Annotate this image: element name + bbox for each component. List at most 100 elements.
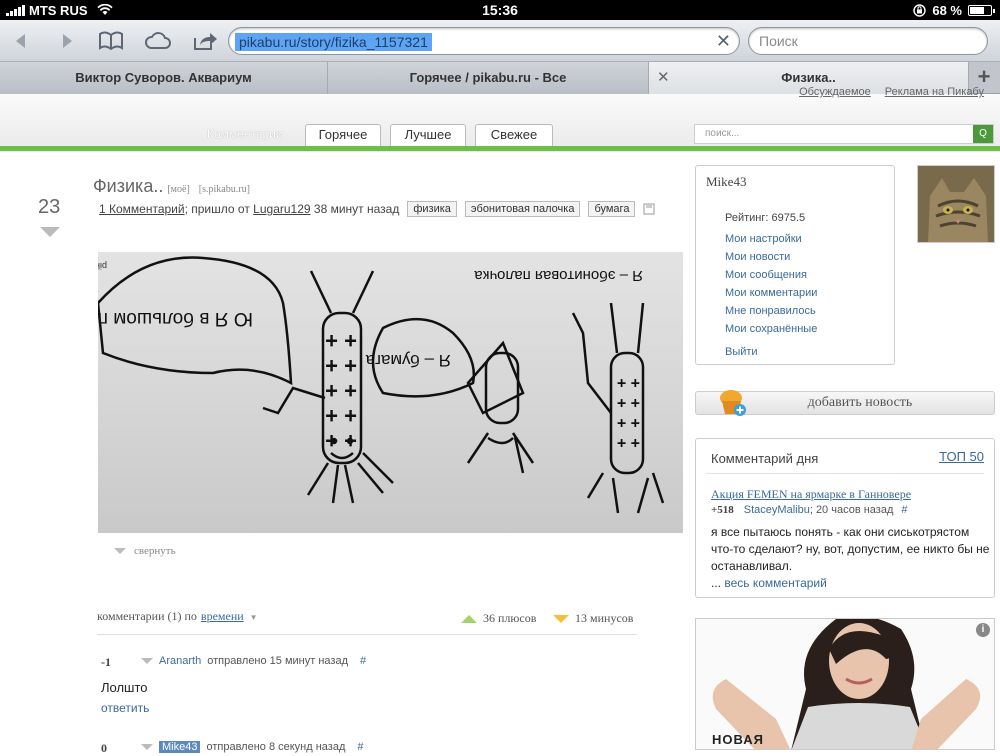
sort-by-time[interactable]: времени <box>201 609 244 623</box>
comment-item: 0 Mike43 отправлено 8 секунд назад # <box>101 741 641 756</box>
vote-down-icon[interactable] <box>141 744 153 750</box>
book-icon <box>99 31 123 51</box>
ads-link[interactable]: Реклама на Пикабу <box>885 86 984 98</box>
tab-label: Виктор Суворов. Аквариум <box>75 70 252 85</box>
menu-settings[interactable]: Мои настройки <box>725 230 817 248</box>
comment-author[interactable]: Mike43 <box>159 741 201 753</box>
tab-suvorov[interactable]: Виктор Суворов. Аквариум <box>0 62 328 94</box>
story-title[interactable]: Физика.. [моё] [s.pikabu.ru] <box>93 176 250 197</box>
share-button[interactable] <box>190 28 220 54</box>
clear-url-icon[interactable]: ✕ <box>716 31 731 52</box>
comment-author[interactable]: Aranarth <box>159 655 201 667</box>
clock: 15:36 <box>482 2 518 18</box>
battery-icon <box>968 5 995 16</box>
tab-pikabu-hot[interactable]: Горячее / pikabu.ru - Все <box>328 62 649 94</box>
menu-news[interactable]: Мои новости <box>725 248 817 266</box>
browser-toolbar: pikabu.ru/story/fizika_1157321 ✕ Поиск <box>0 20 1000 62</box>
comment-of-the-day: Комментарий дня ТОП 50 Акция FEMEN на яр… <box>695 438 995 598</box>
username: Mike43 <box>706 174 747 189</box>
comment-permalink[interactable]: # <box>360 655 366 667</box>
avatar[interactable] <box>917 165 995 243</box>
physics-drawing: pikabu.ru + ++ ++ ++ ++ + Ю Я в большом … <box>98 256 665 514</box>
user-rating: Рейтинг: 6975.5 <box>725 212 806 224</box>
comment-item: -1 Aranarth отправлено 15 минут назад # … <box>101 655 641 715</box>
svg-text:+ +: + + <box>617 374 640 391</box>
site-search-input[interactable]: поиск... Q <box>694 124 994 144</box>
drawing-text-stick: Я – эбонитовая палочка <box>474 267 643 284</box>
tag-ebonite[interactable]: эбонитовая палочка <box>464 201 581 217</box>
cotd-story-link[interactable]: Акция FEMEN на ярмарке в Ганновере <box>711 487 911 502</box>
forward-arrow-icon <box>63 34 72 48</box>
minus-icon <box>553 614 569 623</box>
sort-arrow-icon[interactable]: ▼ <box>250 613 258 622</box>
back-button[interactable] <box>6 28 36 54</box>
cupcake-plus-icon <box>720 390 746 416</box>
orientation-lock-icon <box>913 4 927 17</box>
source-label[interactable]: [s.pikabu.ru] <box>199 184 250 195</box>
vote-down-icon[interactable] <box>40 227 60 237</box>
comments-link[interactable]: 1 Комментарий <box>99 202 185 216</box>
cotd-author[interactable]: StaceyMalibu <box>744 504 810 516</box>
add-news-label: добавить новость <box>807 395 913 410</box>
comment-body: Лолшто <box>101 680 148 695</box>
close-tab-icon[interactable]: ✕ <box>657 62 670 94</box>
url-text[interactable]: pikabu.ru/story/fizika_1157321 <box>235 33 432 51</box>
svg-text:+ +: + + <box>325 378 357 403</box>
save-icon[interactable] <box>643 203 655 215</box>
cotd-body: я все пытаюсь понять - как они сиськотря… <box>711 525 990 573</box>
minuses-label: 13 минусов <box>575 611 634 625</box>
mine-label: [моё] <box>167 184 190 195</box>
cotd-permalink[interactable]: # <box>901 504 907 516</box>
ad-image <box>696 619 994 749</box>
pluses-label: 36 плюсов <box>483 611 537 625</box>
accent-bar <box>0 146 1000 151</box>
comment-meta: Aranarth отправлено 15 минут назад # <box>141 655 366 667</box>
plus-icon <box>461 614 477 623</box>
top50-link[interactable]: ТОП 50 <box>939 449 984 464</box>
collapse-story[interactable]: свернуть <box>114 545 176 557</box>
drawing-text-paper: Я – бумага <box>365 351 451 370</box>
info-icon[interactable]: i <box>976 623 990 637</box>
site-header: Обсуждаемое Реклама на Пикабу Комментарии… <box>0 86 1000 152</box>
bookmarks-button[interactable] <box>96 28 126 54</box>
tag-physics[interactable]: физика <box>407 201 457 217</box>
menu-liked[interactable]: Мне понравилось <box>725 302 817 320</box>
svg-text:+ +: + + <box>325 353 357 378</box>
comment-permalink[interactable]: # <box>357 741 363 753</box>
nav-tab-fresh[interactable]: Свежее <box>475 124 553 146</box>
tab-label: Физика.. <box>781 70 836 85</box>
collapse-label[interactable]: свернуть <box>134 545 176 557</box>
tag-paper[interactable]: бумага <box>588 201 636 217</box>
icloud-tabs-button[interactable] <box>143 28 173 54</box>
cotd-time: ; 20 часов назад <box>809 504 894 516</box>
search-field[interactable]: Поиск <box>748 27 988 55</box>
nav-tab-best[interactable]: Лучшее <box>390 124 466 146</box>
story-rating: 23 <box>38 196 61 218</box>
address-bar[interactable]: pikabu.ru/story/fizika_1157321 ✕ <box>228 27 740 55</box>
menu-saved[interactable]: Мои сохранённые <box>725 320 817 338</box>
vote-down-icon[interactable] <box>141 658 153 664</box>
search-icon[interactable]: Q <box>973 125 993 143</box>
share-icon <box>194 33 217 50</box>
nav-tab-hot[interactable]: Горячее <box>305 124 381 146</box>
status-bar: MTS RUS 15:36 68 % <box>0 0 1000 20</box>
nav-comments-link[interactable]: Комментарии <box>207 127 283 141</box>
cat-avatar-icon <box>918 166 994 242</box>
full-comment-link[interactable]: весь комментарий <box>724 576 826 590</box>
search-placeholder: поиск... <box>705 128 740 139</box>
ad-banner[interactable]: НОВАЯ i <box>695 618 995 750</box>
forward-button[interactable] <box>52 28 82 54</box>
story-title-text[interactable]: Физика.. <box>93 176 163 196</box>
menu-messages[interactable]: Мои сообщения <box>725 266 817 284</box>
cotd-ellipsis: ... <box>711 576 725 590</box>
battery-percent: 68 % <box>932 3 962 18</box>
back-arrow-icon <box>16 34 25 48</box>
discussed-link[interactable]: Обсуждаемое <box>799 86 871 98</box>
author-link[interactable]: Lugaru129 <box>253 202 310 216</box>
add-news-button[interactable]: добавить новость <box>695 390 995 416</box>
menu-comments[interactable]: Мои комментарии <box>725 284 817 302</box>
reply-link[interactable]: ответить <box>101 701 641 715</box>
cotd-meta: +518 StaceyMalibu; 20 часов назад # <box>711 504 908 516</box>
logout-link[interactable]: Выйти <box>725 346 758 358</box>
user-panel: Mike43 Рейтинг: 6975.5 Мои настройки Мои… <box>695 165 895 365</box>
